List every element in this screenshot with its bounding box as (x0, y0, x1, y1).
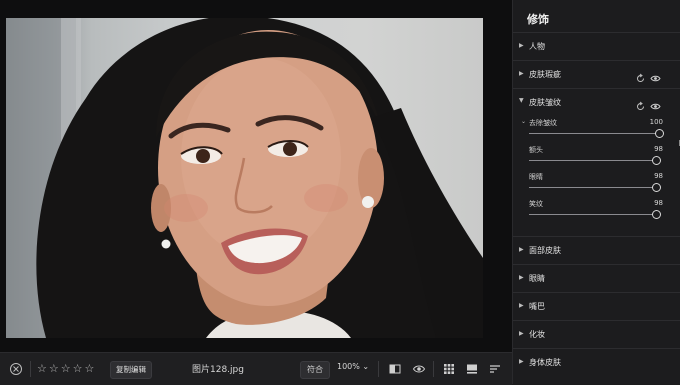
control-value[interactable]: 98 (654, 199, 663, 207)
section-eyes[interactable]: ▶ 眼睛 (513, 264, 680, 292)
slider-thumb[interactable] (652, 183, 662, 192)
forehead-slider[interactable] (529, 156, 662, 165)
star-3[interactable]: ☆ (61, 362, 71, 375)
eye-icon[interactable] (412, 362, 426, 376)
section-skin-blemish[interactable]: ▶ 皮肤瑕疵 (513, 60, 680, 88)
eye-icon[interactable] (650, 69, 661, 82)
image-canvas[interactable] (0, 0, 512, 352)
section-makeup[interactable]: ▶ 化妆 (513, 320, 680, 348)
section-label: 皮肤皱纹 (529, 98, 561, 107)
section-skin-wrinkle[interactable]: ▼ 皮肤皱纹 ⌄ 去除皱纹 100 额头 98 眼睛 98 笑纹 98 (513, 88, 680, 231)
control-label: 笑纹 (529, 200, 543, 208)
eye-icon[interactable] (650, 97, 661, 110)
toolbar-divider (30, 361, 31, 377)
chevron-right-icon: ▶ (519, 42, 524, 49)
chevron-right-icon: ▶ (519, 274, 524, 281)
toolbar-divider (433, 361, 434, 377)
toolbar-divider (378, 361, 379, 377)
grid-icon[interactable] (442, 362, 456, 376)
slider-thumb[interactable] (655, 129, 664, 138)
control-label: 去除皱纹 (529, 119, 557, 127)
star-5[interactable]: ☆ (85, 362, 95, 375)
slider-thumb[interactable] (652, 156, 662, 165)
collapse-caret-icon[interactable]: ⌄ (521, 118, 526, 125)
filmstrip-icon[interactable] (465, 362, 479, 376)
section-mouth[interactable]: ▶ 嘴巴 (513, 292, 680, 320)
retouch-panel: 修饰 ▶ 人物 ▶ 皮肤瑕疵 ▼ 皮肤皱纹 ⌄ 去除皱纹 100 额头 98 眼… (512, 0, 680, 384)
control-label: 眼睛 (529, 173, 543, 181)
copy-edit-button[interactable]: 复制编辑 (110, 361, 152, 379)
section-label: 身体皮肤 (529, 358, 561, 367)
section-label: 皮肤瑕疵 (529, 70, 561, 79)
remove-wrinkles-slider[interactable] (529, 129, 664, 138)
close-circle-icon[interactable] (9, 362, 23, 376)
star-rating[interactable]: ☆ ☆ ☆ ☆ ☆ (37, 362, 94, 375)
reset-icon[interactable] (635, 69, 646, 83)
chevron-right-icon: ▶ (519, 358, 524, 365)
portrait-illustration (6, 18, 483, 338)
control-label: 额头 (529, 146, 543, 154)
bottom-toolbar: ☆ ☆ ☆ ☆ ☆ 复制编辑 图片128.jpg 符合 100% ⌄ (0, 352, 512, 385)
smile-lines-slider[interactable] (529, 210, 662, 219)
section-person[interactable]: ▶ 人物 (513, 32, 680, 60)
control-value[interactable]: 98 (654, 172, 663, 180)
chevron-right-icon: ▶ (519, 70, 524, 77)
control-value[interactable]: 98 (654, 145, 663, 153)
chevron-right-icon: ▶ (519, 302, 524, 309)
section-face-skin[interactable]: ▶ 面部皮肤 (513, 236, 680, 264)
chevron-right-icon: ▶ (519, 246, 524, 253)
eye-wrinkles-slider[interactable] (529, 183, 662, 192)
section-body-skin[interactable]: ▶ 身体皮肤 (513, 348, 680, 376)
section-label: 人物 (529, 42, 545, 51)
section-label: 眼睛 (529, 274, 545, 283)
section-label: 化妆 (529, 330, 545, 339)
star-1[interactable]: ☆ (37, 362, 47, 375)
star-2[interactable]: ☆ (49, 362, 59, 375)
before-after-icon[interactable] (388, 362, 402, 376)
slider-thumb[interactable] (652, 210, 662, 219)
portrait-photo[interactable] (6, 18, 483, 338)
panel-title: 修饰 (527, 13, 549, 26)
chevron-right-icon: ▶ (519, 330, 524, 337)
reset-icon[interactable] (635, 97, 646, 111)
sort-lines-icon[interactable] (488, 362, 502, 376)
zoom-dropdown[interactable]: 100% ⌄ (337, 362, 369, 371)
fit-button[interactable]: 符合 (300, 361, 330, 379)
section-label: 面部皮肤 (529, 246, 561, 255)
chevron-down-icon: ▼ (519, 97, 524, 104)
control-value[interactable]: 100 (650, 118, 663, 126)
section-label: 嘴巴 (529, 302, 545, 311)
file-name: 图片128.jpg (192, 365, 244, 375)
star-4[interactable]: ☆ (73, 362, 83, 375)
